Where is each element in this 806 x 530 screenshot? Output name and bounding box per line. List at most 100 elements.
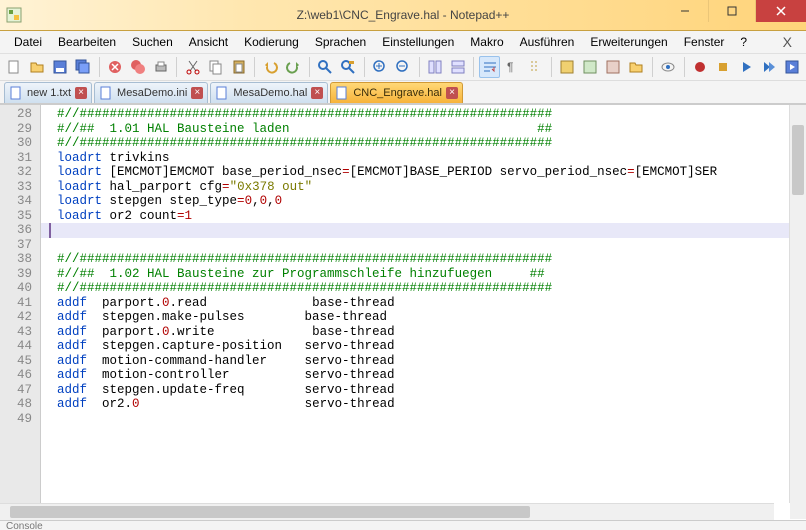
tab-file[interactable]: MesaDemo.hal × [210, 82, 328, 103]
play-macro-button[interactable] [735, 56, 756, 78]
code-line[interactable]: #//#####################################… [57, 281, 789, 296]
window-minimize-button[interactable] [662, 0, 709, 22]
code-area[interactable]: #//#####################################… [41, 105, 789, 503]
line-number: 37 [0, 238, 40, 253]
menu-mdi-close-icon[interactable]: X [775, 34, 800, 50]
stop-macro-button[interactable] [712, 56, 733, 78]
tab-close-icon[interactable]: × [191, 87, 203, 99]
window-controls [662, 0, 806, 30]
show-all-chars-button[interactable]: ¶ [502, 56, 523, 78]
menu-help[interactable]: ? [732, 33, 755, 51]
code-line[interactable]: loadrt trivkins [57, 151, 789, 166]
app-icon [6, 7, 22, 23]
horizontal-scroll-thumb[interactable] [10, 506, 530, 518]
code-line[interactable] [57, 238, 789, 253]
open-file-button[interactable] [27, 56, 48, 78]
code-line[interactable]: loadrt stepgen step_type=0,0,0 [57, 194, 789, 209]
cut-button[interactable] [182, 56, 203, 78]
code-line[interactable]: #//#####################################… [57, 107, 789, 122]
menubar: Datei Bearbeiten Suchen Ansicht Kodierun… [0, 31, 806, 54]
tab-label: new 1.txt [27, 87, 71, 99]
zoom-in-button[interactable] [370, 56, 391, 78]
menu-einstellungen[interactable]: Einstellungen [374, 33, 462, 51]
play-multi-button[interactable] [758, 56, 779, 78]
code-line[interactable]: #//#####################################… [57, 252, 789, 267]
menu-ausfuehren[interactable]: Ausführen [512, 33, 583, 51]
menu-suchen[interactable]: Suchen [124, 33, 181, 51]
code-line[interactable]: loadrt or2 count=1 [57, 209, 789, 224]
tab-file[interactable]: MesaDemo.ini × [94, 82, 208, 103]
menu-makro[interactable]: Makro [462, 33, 511, 51]
code-line[interactable]: #//## 1.02 HAL Bausteine zur Programmsch… [57, 267, 789, 282]
menu-erweiterungen[interactable]: Erweiterungen [582, 33, 675, 51]
menu-bearbeiten[interactable]: Bearbeiten [50, 33, 124, 51]
toolbar-sep [684, 57, 685, 77]
vertical-scroll-thumb[interactable] [792, 125, 804, 195]
menu-datei[interactable]: Datei [6, 33, 50, 51]
code-line[interactable]: loadrt hal_parport cfg="0x378 out" [57, 180, 789, 195]
copy-button[interactable] [205, 56, 226, 78]
toolbar: ¶ [0, 54, 806, 81]
save-button[interactable] [50, 56, 71, 78]
tab-close-icon[interactable]: × [446, 87, 458, 99]
code-line[interactable]: loadrt [EMCMOT]EMCMOT base_period_nsec=[… [57, 165, 789, 180]
code-line[interactable]: addf stepgen.make-pulses base-thread [57, 310, 789, 325]
code-line[interactable]: addf motion-command-handler servo-thread [57, 354, 789, 369]
horizontal-scroll-area [0, 503, 806, 520]
new-file-button[interactable] [4, 56, 25, 78]
code-line[interactable]: addf stepgen.update-freq servo-thread [57, 383, 789, 398]
folder-view-button[interactable] [626, 56, 647, 78]
sync-v-button[interactable] [424, 56, 445, 78]
tab-close-icon[interactable]: × [75, 87, 87, 99]
find-button[interactable] [315, 56, 336, 78]
monitoring-button[interactable] [658, 56, 679, 78]
func-list-button[interactable] [603, 56, 624, 78]
toolbar-sep [254, 57, 255, 77]
close-all-button[interactable] [128, 56, 149, 78]
code-line[interactable]: addf parport.0.write base-thread [57, 325, 789, 340]
line-number: 33 [0, 180, 40, 195]
tab-close-icon[interactable]: × [311, 87, 323, 99]
code-line[interactable] [57, 412, 789, 427]
horizontal-scrollbar[interactable] [0, 503, 774, 520]
code-line[interactable]: addf motion-controller servo-thread [57, 368, 789, 383]
line-number: 29 [0, 122, 40, 137]
menu-sprachen[interactable]: Sprachen [307, 33, 374, 51]
toolbar-sep [652, 57, 653, 77]
save-macro-button[interactable] [781, 56, 802, 78]
code-line[interactable]: #//## 1.01 HAL Bausteine laden ## [57, 122, 789, 137]
console-panel-header[interactable]: Console [0, 520, 806, 530]
paste-button[interactable] [228, 56, 249, 78]
line-number-gutter: 2829303132333435363738394041424344454647… [0, 105, 41, 503]
line-number: 36 [0, 223, 40, 238]
vertical-scrollbar[interactable] [789, 105, 806, 503]
word-wrap-button[interactable] [479, 56, 500, 78]
replace-button[interactable] [338, 56, 359, 78]
tab-label: CNC_Engrave.hal [353, 87, 442, 99]
menu-kodierung[interactable]: Kodierung [236, 33, 307, 51]
menu-fenster[interactable]: Fenster [676, 33, 733, 51]
redo-button[interactable] [283, 56, 304, 78]
line-number: 43 [0, 325, 40, 340]
close-file-button[interactable] [105, 56, 126, 78]
window-close-button[interactable] [756, 0, 806, 22]
line-number: 44 [0, 339, 40, 354]
code-line[interactable] [57, 223, 789, 238]
code-line[interactable]: addf parport.0.read base-thread [57, 296, 789, 311]
record-macro-button[interactable] [690, 56, 711, 78]
code-line[interactable]: #//#####################################… [57, 136, 789, 151]
menu-ansicht[interactable]: Ansicht [181, 33, 236, 51]
doc-map-button[interactable] [580, 56, 601, 78]
sync-h-button[interactable] [447, 56, 468, 78]
user-lang-button[interactable] [557, 56, 578, 78]
indent-guide-button[interactable] [525, 56, 546, 78]
zoom-out-button[interactable] [393, 56, 414, 78]
save-all-button[interactable] [73, 56, 94, 78]
tab-file[interactable]: new 1.txt × [4, 82, 92, 103]
tab-file-active[interactable]: CNC_Engrave.hal × [330, 82, 463, 103]
window-maximize-button[interactable] [709, 0, 756, 22]
undo-button[interactable] [260, 56, 281, 78]
print-button[interactable] [150, 56, 171, 78]
code-line[interactable]: addf stepgen.capture-position servo-thre… [57, 339, 789, 354]
code-line[interactable]: addf or2.0 servo-thread [57, 397, 789, 412]
